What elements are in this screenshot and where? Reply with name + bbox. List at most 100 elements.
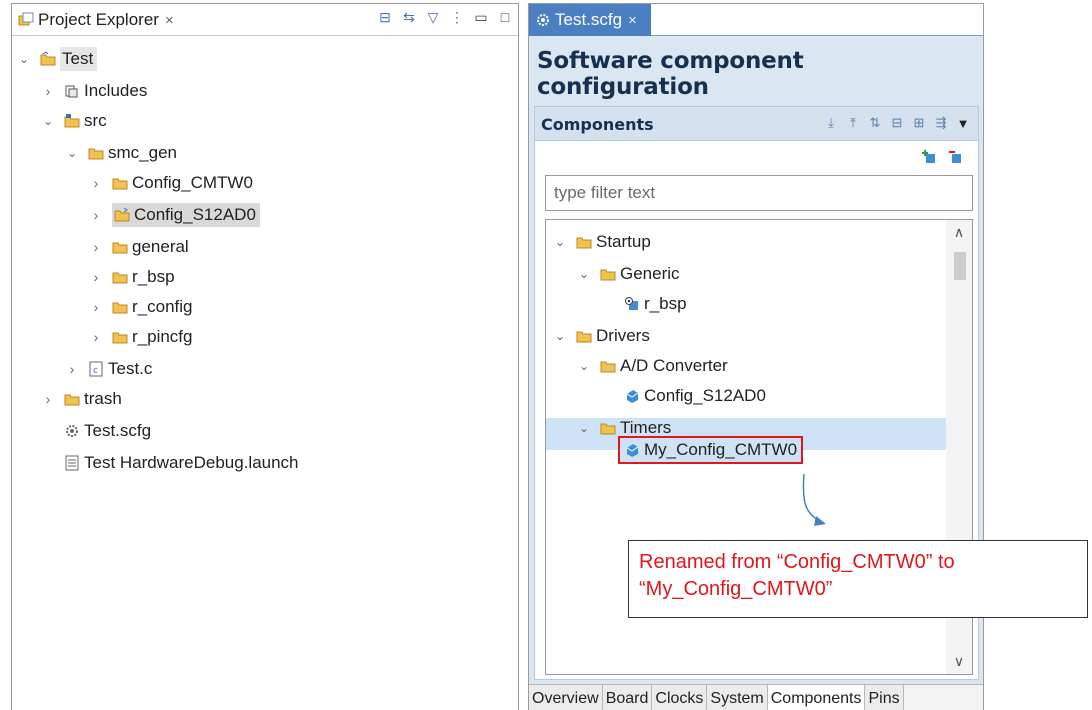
show-view-icon[interactable]: ⇶ (934, 115, 948, 131)
add-component-icon[interactable] (922, 149, 938, 170)
tree-label: Test.scfg (84, 421, 152, 440)
collapse-all-icon[interactable]: ⊟ (890, 115, 904, 131)
tree-label: Startup (596, 231, 651, 251)
link-with-editor-icon[interactable]: ⇆ (402, 9, 416, 26)
tree-item-config-s12ad0[interactable]: Config_S12AD0 (624, 380, 766, 411)
project-explorer-tabbar: Project Explorer × ⊟ ⇆ ▽ ⋮ ▭ □ (12, 4, 518, 36)
tree-label: Test.c (108, 359, 153, 378)
tab-components[interactable]: Components (767, 685, 866, 710)
tree-item-includes[interactable]: › Includes (40, 76, 148, 106)
folder-icon (64, 391, 80, 407)
chevron-down-icon[interactable]: ⌄ (64, 146, 80, 160)
tree-item-launch[interactable]: Test HardwareDebug.launch (64, 448, 299, 478)
folder-icon (576, 328, 592, 344)
svg-text:c: c (93, 366, 98, 376)
tab-system[interactable]: System (707, 685, 768, 710)
filter-input[interactable] (545, 175, 973, 211)
tab-clocks[interactable]: Clocks (652, 685, 708, 710)
filter-icon[interactable]: ▽ (426, 9, 440, 26)
chevron-right-icon[interactable]: › (88, 299, 104, 315)
chevron-down-icon[interactable]: ⌄ (576, 421, 592, 435)
chevron-right-icon[interactable]: › (88, 329, 104, 345)
annotation-line-2: “My_Config_CMTW0” (639, 578, 833, 600)
dropdown-icon[interactable]: ▼ (956, 116, 970, 131)
chevron-right-icon[interactable]: › (40, 391, 56, 407)
tree-item-drivers[interactable]: ⌄ Drivers (552, 320, 650, 351)
component-bsp-icon (624, 296, 640, 312)
chevron-right-icon[interactable]: › (88, 175, 104, 191)
tab-overview[interactable]: Overview (529, 685, 603, 710)
minimize-icon[interactable]: ▭ (474, 9, 488, 26)
tab-board[interactable]: Board (602, 685, 653, 710)
tree-item-ad-converter[interactable]: ⌄ A/D Converter (576, 350, 728, 381)
folder-icon (600, 358, 616, 374)
tree-item-r-config[interactable]: › r_config (88, 292, 193, 322)
gear-icon (535, 12, 551, 28)
view-toolbar: ⊟ ⇆ ▽ ⋮ ▭ □ (378, 9, 512, 26)
tree-item-general[interactable]: › general (88, 232, 189, 262)
tab-test-scfg[interactable]: Test.scfg × (529, 4, 651, 36)
tree-item-r-bsp[interactable]: r_bsp (624, 288, 687, 319)
project-icon (40, 51, 56, 67)
tree-item-startup[interactable]: ⌄ Startup (552, 226, 651, 257)
tree-label: r_config (132, 297, 193, 316)
tree-item-src[interactable]: ⌄ src (40, 106, 107, 136)
tree-item-config-cmtw0[interactable]: › Config_CMTW0 (88, 168, 253, 198)
annotation-line-1: Renamed from “Config_CMTW0” to (639, 551, 955, 573)
chevron-right-icon[interactable]: › (40, 83, 56, 99)
folder-icon (88, 145, 104, 161)
scroll-up-icon[interactable]: ∧ (946, 224, 972, 241)
folder-icon (112, 329, 128, 345)
tree-item-generic[interactable]: ⌄ Generic (576, 258, 680, 289)
chevron-down-icon[interactable]: ⌄ (576, 359, 592, 373)
tree-item-test-c[interactable]: › c Test.c (64, 354, 153, 384)
tree-item-trash[interactable]: › trash (40, 384, 122, 414)
tree-item-smc-gen[interactable]: ⌄ smc_gen (64, 138, 177, 168)
folder-icon (112, 175, 128, 191)
sort-icon[interactable]: ⇅ (868, 115, 882, 131)
export-icon[interactable]: ⤒ (846, 115, 860, 131)
tab-project-explorer[interactable]: Project Explorer × (12, 4, 182, 36)
maximize-icon[interactable]: □ (498, 9, 512, 26)
tree-item-r-pincfg[interactable]: › r_pincfg (88, 322, 193, 352)
includes-icon (64, 83, 80, 99)
tree-item-r-bsp[interactable]: › r_bsp (88, 262, 175, 292)
components-toolbar: ⤓ ⤒ ⇅ ⊟ ⊞ ⇶ ▼ (824, 115, 970, 131)
chevron-down-icon[interactable]: ⌄ (576, 267, 592, 281)
chevron-right-icon[interactable]: › (88, 269, 104, 285)
tree-label: Drivers (596, 325, 650, 345)
tree-item-test[interactable]: ⌄ Test (16, 44, 98, 74)
tree-label: src (84, 111, 107, 130)
tree-label: r_pincfg (132, 327, 193, 346)
folder-icon (576, 234, 592, 250)
tab-pins[interactable]: Pins (865, 685, 904, 710)
scroll-thumb[interactable] (954, 252, 966, 280)
close-icon[interactable]: × (165, 12, 174, 29)
tree-label: general (132, 237, 189, 256)
selected-tree-item: Config_S12AD0 (112, 203, 260, 227)
close-icon[interactable]: × (628, 12, 637, 29)
tree-label: Test HardwareDebug.launch (84, 453, 299, 472)
remove-component-icon[interactable] (948, 149, 964, 170)
tree-label: Includes (84, 81, 148, 100)
tree-item-config-s12ad0[interactable]: › Config_S12AD0 (88, 200, 260, 230)
chevron-right-icon[interactable]: › (64, 361, 80, 377)
chevron-down-icon[interactable]: ⌄ (552, 329, 568, 343)
tree-label: Config_S12AD0 (644, 385, 766, 405)
tree-item-test-scfg[interactable]: Test.scfg (64, 416, 151, 446)
c-file-icon: c (88, 361, 104, 377)
project-explorer-icon (18, 12, 34, 28)
collapse-all-icon[interactable]: ⊟ (378, 9, 392, 26)
chevron-right-icon[interactable]: › (88, 207, 104, 223)
view-menu-icon[interactable]: ⋮ (450, 9, 464, 26)
scroll-down-icon[interactable]: ∨ (946, 653, 972, 670)
chevron-down-icon[interactable]: ⌄ (40, 114, 56, 128)
folder-icon (600, 420, 616, 436)
components-header: Components ⤓ ⤒ ⇅ ⊟ ⊞ ⇶ ▼ (535, 107, 978, 141)
chevron-down-icon[interactable]: ⌄ (16, 52, 32, 66)
expand-all-icon[interactable]: ⊞ (912, 115, 926, 131)
chevron-down-icon[interactable]: ⌄ (552, 235, 568, 249)
chevron-right-icon[interactable]: › (88, 239, 104, 255)
tree-item-my-config-cmtw0[interactable]: My_Config_CMTW0 (618, 433, 804, 467)
import-icon[interactable]: ⤓ (824, 115, 838, 131)
